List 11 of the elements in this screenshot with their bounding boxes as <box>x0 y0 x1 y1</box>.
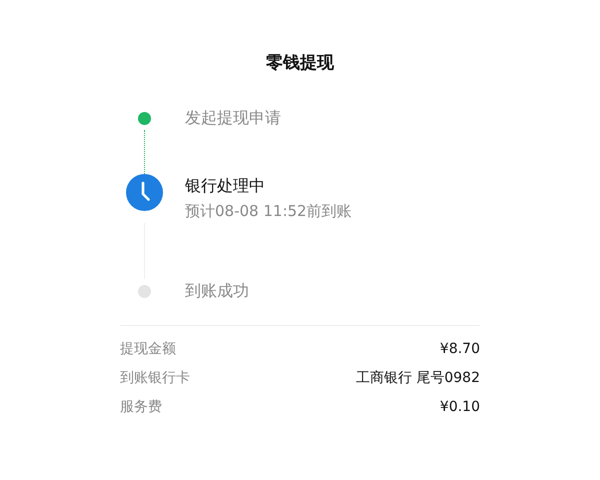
step-label: 发起提现申请 <box>185 107 281 129</box>
detail-label: 到账银行卡 <box>120 369 190 388</box>
detail-label: 服务费 <box>120 398 162 417</box>
step-label: 到账成功 <box>185 280 249 302</box>
detail-value: 工商银行 尾号0982 <box>356 369 480 388</box>
detail-value: ¥0.10 <box>440 398 480 417</box>
step-detail: 预计08-08 11:52前到账 <box>185 201 352 222</box>
step-label: 银行处理中 <box>185 175 266 197</box>
page-title: 零钱提现 <box>266 52 334 75</box>
detail-value: ¥8.70 <box>440 340 480 359</box>
detail-label: 提现金额 <box>120 340 176 359</box>
